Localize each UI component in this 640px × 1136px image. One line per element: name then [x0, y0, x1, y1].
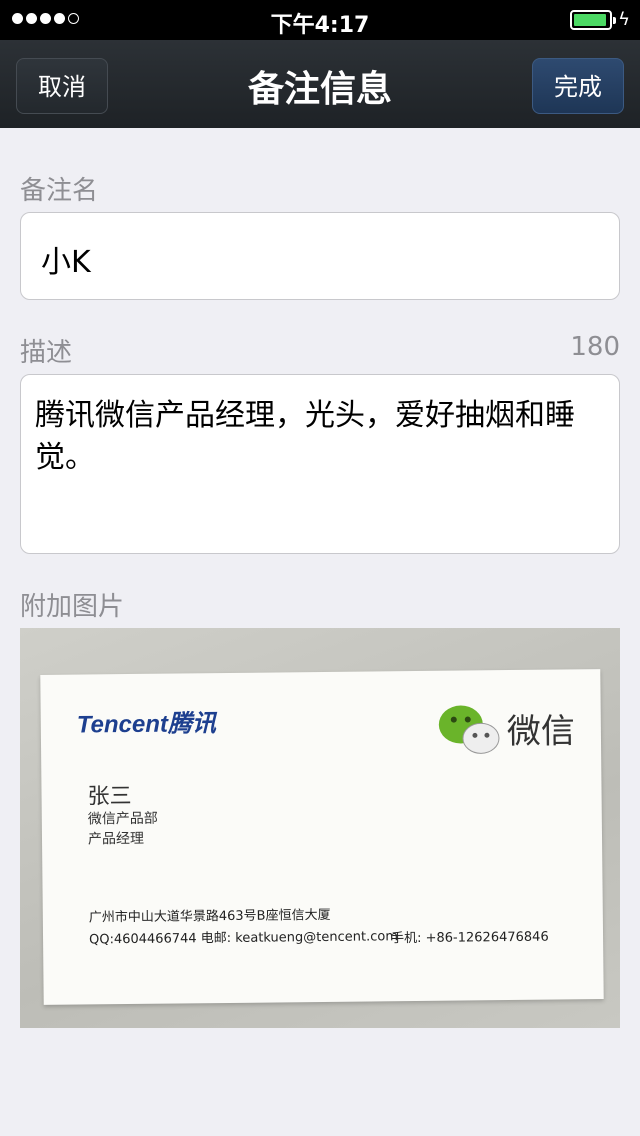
- charging-icon: ϟ: [618, 9, 630, 30]
- navigation-bar: 取消 备注信息 完成: [0, 40, 640, 128]
- business-card: Tencent腾讯 微信 张三 微信产品部 产品经理 广州市中山大道华景路463…: [40, 669, 604, 1005]
- attached-business-card-photo[interactable]: Tencent腾讯 微信 张三 微信产品部 产品经理 广州市中山大道华景路463…: [20, 628, 620, 1028]
- remark-name-input[interactable]: 小K: [20, 212, 620, 300]
- attached-image-label: 附加图片: [20, 592, 125, 622]
- description-char-counter: 180: [570, 332, 620, 362]
- done-button[interactable]: 完成: [532, 58, 624, 114]
- battery-icon: [570, 10, 616, 30]
- description-label: 描述: [20, 338, 73, 368]
- wechat-logo-icon: [438, 705, 500, 754]
- card-department: 微信产品部: [87, 810, 158, 828]
- card-job-title: 产品经理: [87, 830, 145, 848]
- card-contact: QQ:4604466744 电邮: keatkueng@tencent.com: [88, 929, 399, 948]
- card-phone: 手机: +86-12626476846: [390, 929, 549, 947]
- status-bar: 下午4:17 ϟ: [0, 0, 640, 40]
- description-textarea[interactable]: 腾讯微信产品经理，光头，爱好抽烟和睡觉。: [20, 374, 620, 554]
- status-time: 下午4:17: [270, 13, 370, 38]
- tencent-logo: Tencent腾讯: [76, 710, 217, 739]
- wechat-brand-text: 微信: [506, 711, 576, 753]
- card-person-name: 张三: [87, 783, 132, 810]
- card-address: 广州市中山大道华景路463号B座恒信大厦: [88, 907, 331, 926]
- remark-name-label: 备注名: [20, 176, 99, 206]
